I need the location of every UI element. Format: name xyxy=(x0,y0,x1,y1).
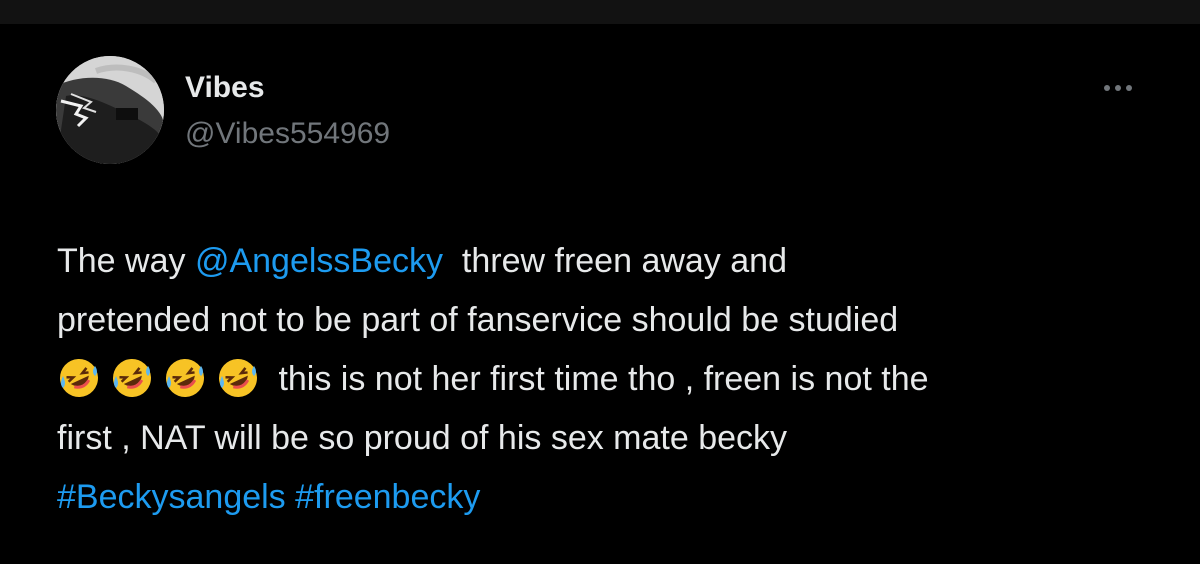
top-bar xyxy=(0,0,1200,24)
rolling-on-floor-laughing-emoji-icon xyxy=(57,356,101,400)
more-options-button[interactable] xyxy=(1094,74,1142,102)
hashtag-link[interactable]: #freenbecky xyxy=(295,478,480,516)
author-display-name[interactable]: Vibes xyxy=(185,70,265,106)
tweet-line-4: first , NAT will be so proud of his sex … xyxy=(57,419,788,457)
tweet-line-1: The way @AngelssBecky threw freen away a… xyxy=(57,232,1157,291)
rolling-on-floor-laughing-emoji-icon xyxy=(163,356,207,400)
rolling-on-floor-laughing-emoji-icon xyxy=(110,356,154,400)
tweet-line-3: this is not her first time tho , freen i… xyxy=(57,350,1157,409)
tweet-text: The way @AngelssBecky threw freen away a… xyxy=(57,232,1157,527)
hashtag-link[interactable]: #Beckysangels xyxy=(57,478,286,516)
tweet-line-5: #Beckysangels #freenbecky xyxy=(57,468,1157,527)
more-horizontal-icon xyxy=(1104,85,1110,91)
tweet-card[interactable]: Vibes @Vibes554969 The way @AngelssBecky… xyxy=(0,24,1200,564)
profile-photo-icon xyxy=(56,56,164,164)
text-segment: threw freen away and xyxy=(443,242,787,280)
text-segment: this is not her first time tho , freen i… xyxy=(269,360,929,398)
author-handle[interactable]: @Vibes554969 xyxy=(185,116,390,152)
mention-link[interactable]: @AngelssBecky xyxy=(195,242,443,280)
tweet-line-2: pretended not to be part of fanservice s… xyxy=(57,301,899,339)
text-segment: The way xyxy=(57,242,195,280)
avatar[interactable] xyxy=(56,56,164,164)
rolling-on-floor-laughing-emoji-icon xyxy=(216,356,260,400)
